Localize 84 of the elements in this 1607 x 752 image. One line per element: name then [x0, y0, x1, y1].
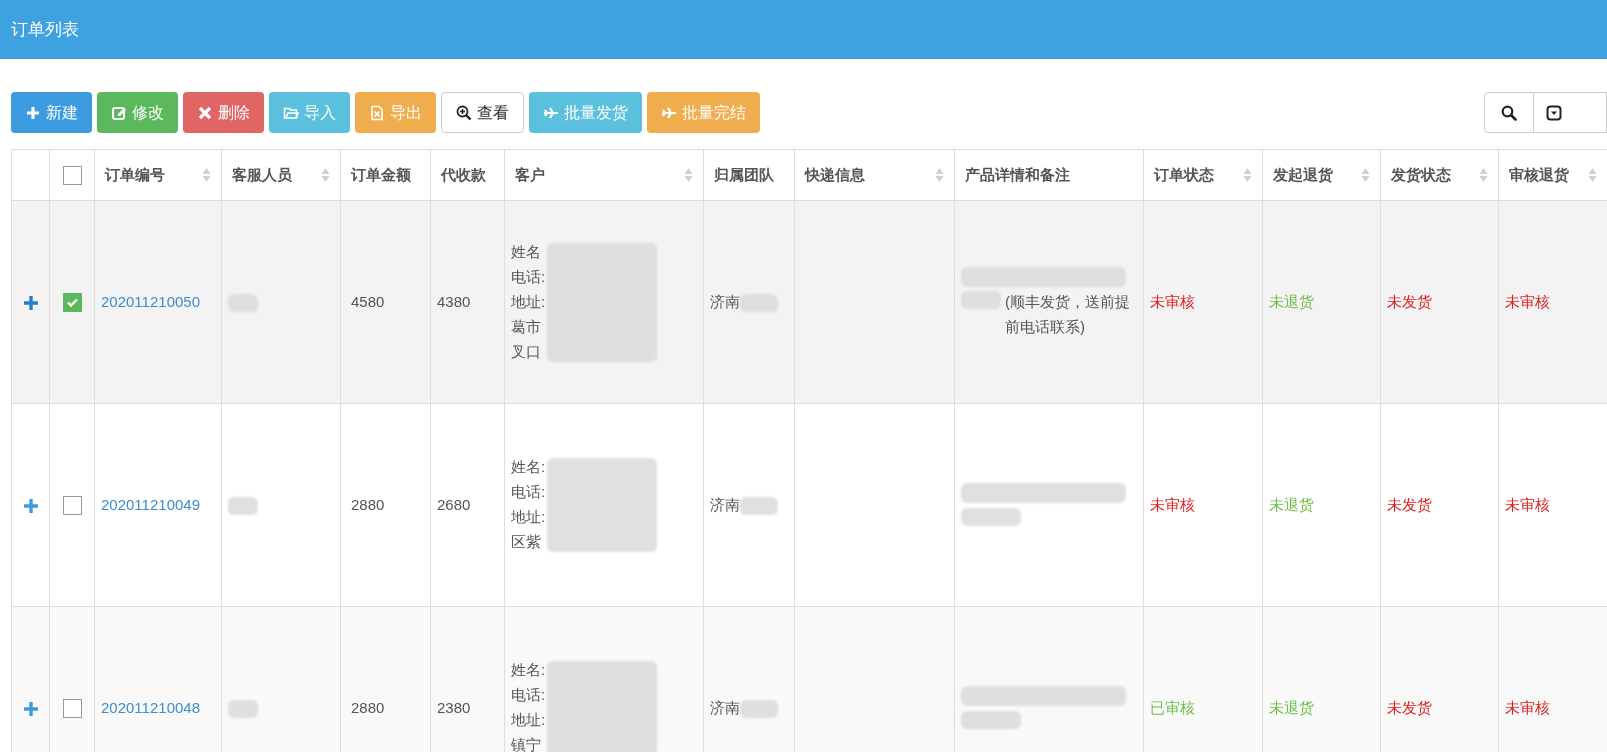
expand-plus-icon[interactable] — [22, 294, 39, 311]
table-row[interactable]: 202011210050 4580 4380 姓名 电话: 地址: 葛市 叉口 济南 (顺丰发货，送前提前电话联系) 未审核 未退货 未发货 未审核 — [11, 200, 1607, 404]
plus-icon — [25, 104, 41, 121]
toolbar-button[interactable]: 查看 — [441, 92, 524, 133]
search-button[interactable] — [1484, 92, 1534, 133]
customer-field: 姓名: — [511, 456, 546, 479]
customer-field: 葛市 — [511, 315, 541, 339]
status-text: 未退货 — [1269, 698, 1314, 716]
customer-field: 姓名 — [511, 240, 541, 264]
table-cell: 2680 — [437, 495, 471, 513]
order-number-link[interactable]: 202011210049 — [101, 495, 200, 513]
sort-icon — [1243, 167, 1252, 183]
status-text: 未退货 — [1269, 292, 1314, 310]
column-header: 产品详情和备注 — [954, 149, 1144, 201]
status-text: 未发货 — [1387, 495, 1432, 513]
sort-icon — [321, 167, 330, 183]
table-cell: 2380 — [437, 698, 471, 716]
column-header[interactable]: 订单编号 — [94, 149, 222, 201]
sort-icon — [202, 167, 211, 183]
sort-icon — [1479, 167, 1488, 183]
expand-plus-icon[interactable] — [22, 700, 39, 717]
column-header[interactable]: 发起退货 — [1262, 149, 1381, 201]
sort-icon — [935, 167, 944, 183]
column-header[interactable]: 审核退货 — [1498, 149, 1607, 201]
column-header[interactable]: 发货状态 — [1380, 149, 1499, 201]
table-cell: 2880 — [351, 495, 385, 513]
sort-icon — [684, 167, 693, 183]
check-icon — [65, 296, 79, 310]
select-all-checkbox[interactable] — [62, 166, 82, 186]
column-header: 归属团队 — [703, 149, 795, 201]
table-row[interactable]: 202011210049 2880 2680 姓名: 电话: 地址: 区紫 济南 未审核 未退货 未发货 未审核 — [11, 403, 1607, 607]
table-cell: 4380 — [437, 292, 471, 310]
toggle-button[interactable] — [1534, 92, 1607, 133]
status-text: 未审核 — [1505, 495, 1550, 513]
status-text: 未发货 — [1387, 698, 1432, 716]
page-title: 订单列表 — [11, 18, 79, 41]
table-row[interactable]: 202011210048 2880 2380 姓名: 电话: 地址: 镇宁 济南 已审核 未退货 未发货 未审核 — [11, 606, 1607, 752]
customer-field: 电话: — [511, 481, 546, 504]
product-note: (顺丰发货，送前提前电话联系) — [1005, 291, 1131, 337]
customer-field: 叉口 — [511, 340, 541, 364]
column-header[interactable]: 快递信息 — [794, 149, 955, 201]
row-checkbox[interactable] — [62, 699, 82, 719]
column-header: 订单金额 — [340, 149, 431, 201]
sort-icon — [1588, 167, 1597, 183]
table-cell: 济南 — [710, 495, 740, 513]
column-header[interactable]: 客服人员 — [221, 149, 341, 201]
customer-field: 地址: — [511, 506, 546, 529]
status-text: 未审核 — [1150, 495, 1195, 513]
search-icon — [1501, 104, 1517, 121]
blurred-patch — [961, 508, 1021, 527]
customer-field: 区紫 — [511, 531, 541, 554]
dropdown-box-icon — [1546, 104, 1562, 121]
blurred-patch — [228, 699, 258, 718]
customer-field: 电话: — [511, 265, 546, 289]
table-cell: 2880 — [351, 698, 385, 716]
column-header[interactable]: 客户 — [504, 149, 704, 201]
status-text: 未发货 — [1387, 292, 1432, 310]
customer-field: 姓名: — [511, 659, 546, 682]
blurred-patch — [740, 496, 778, 515]
blurred-patch — [740, 699, 778, 718]
status-text: 已审核 — [1150, 698, 1195, 716]
column-header: 代收款 — [430, 149, 505, 201]
customer-field: 地址: — [511, 709, 546, 732]
customer-field: 电话: — [511, 684, 546, 707]
blurred-patch — [961, 711, 1021, 730]
sort-icon — [1361, 167, 1370, 183]
table-cell: 济南 — [710, 698, 740, 716]
column-header[interactable]: 订单状态 — [1143, 149, 1263, 201]
customer-field: 地址: — [511, 290, 546, 314]
blurred-patch — [228, 496, 258, 515]
close-icon — [197, 104, 213, 121]
spreadsheet-file-icon — [369, 104, 385, 121]
row-checkbox[interactable] — [62, 496, 82, 516]
status-text: 未退货 — [1269, 495, 1314, 513]
row-checkbox[interactable] — [62, 293, 82, 313]
status-text: 未审核 — [1150, 292, 1195, 310]
customer-field: 镇宁 — [511, 734, 541, 752]
status-text: 未审核 — [1505, 292, 1550, 310]
table-cell: 济南 — [710, 292, 740, 310]
pencil-square-icon — [111, 104, 127, 121]
table-cell: 4580 — [351, 292, 385, 310]
status-text: 未审核 — [1505, 698, 1550, 716]
expand-plus-icon[interactable] — [22, 497, 39, 514]
zoom-in-icon — [456, 104, 472, 121]
